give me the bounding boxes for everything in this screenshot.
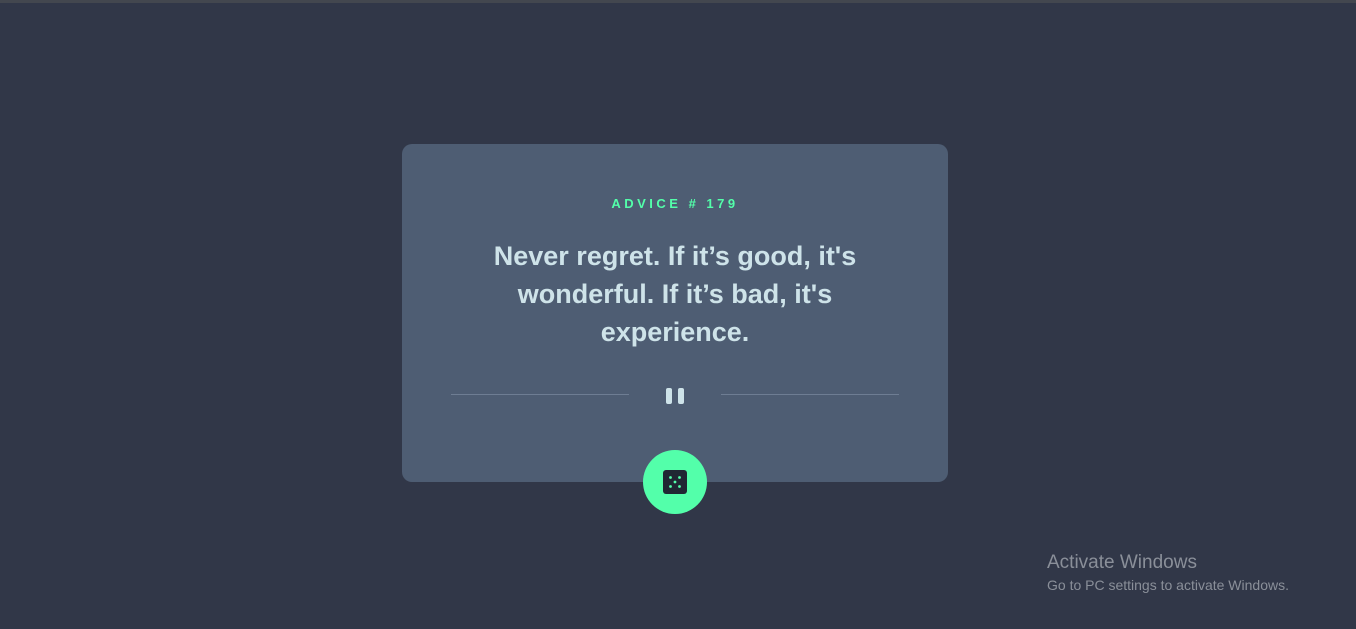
pause-icon <box>666 388 684 404</box>
watermark-title: Activate Windows <box>1047 552 1197 573</box>
advice-card: ADVICE # 179 Never regret. If it’s good,… <box>402 144 948 482</box>
watermark-subtitle: Go to PC settings to activate Windows. <box>1047 577 1289 593</box>
divider-line-left <box>451 394 629 395</box>
divider-line-right <box>721 394 899 395</box>
new-advice-button[interactable] <box>643 450 707 514</box>
dice-icon <box>663 470 687 494</box>
advice-number: ADVICE # 179 <box>611 196 739 211</box>
windows-activation-watermark: Activate Windows Go to PC settings to ac… <box>1047 552 1289 595</box>
advice-quote: Never regret. If it’s good, it's wonderf… <box>493 241 857 347</box>
top-border <box>0 0 1356 3</box>
pattern-divider <box>451 388 899 404</box>
